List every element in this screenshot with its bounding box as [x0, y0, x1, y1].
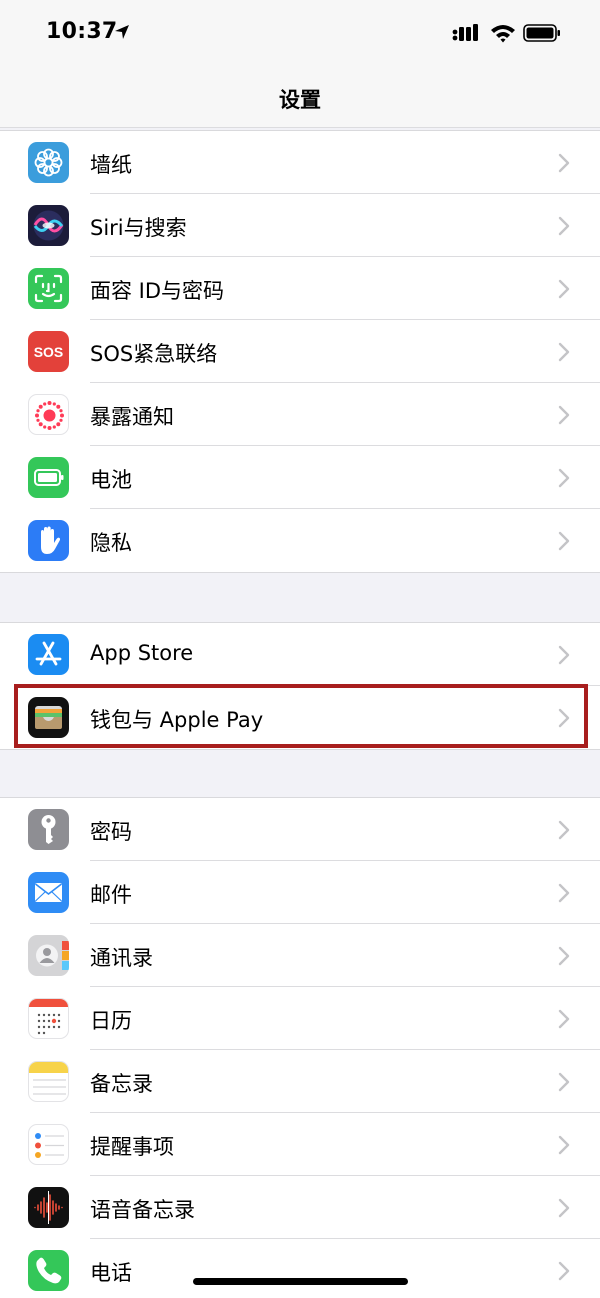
location-arrow-icon — [115, 25, 129, 39]
cellular-signal-icon — [452, 24, 478, 41]
hand-icon — [28, 520, 69, 561]
settings-item-wallet-apple-pay[interactable]: 钱包与 Apple Pay — [0, 686, 600, 749]
svg-text:SOS: SOS — [34, 344, 64, 360]
wifi-icon — [491, 25, 515, 43]
settings-item-notes[interactable]: 备忘录 — [0, 1050, 600, 1113]
notes-icon — [28, 1061, 69, 1102]
face-id-icon — [28, 268, 69, 309]
settings-item-label: 日历 — [90, 1009, 132, 1033]
chevron-right-icon — [558, 708, 570, 728]
chevron-right-icon — [558, 468, 570, 488]
battery-icon — [28, 457, 69, 498]
settings-group-apps: 密码 邮件 通讯录 日历 备忘录 提醒事项 语音备忘录 电话 — [0, 797, 600, 1298]
settings-item-label: 电池 — [90, 468, 132, 492]
chevron-right-icon — [558, 153, 570, 173]
chevron-right-icon — [558, 820, 570, 840]
chevron-right-icon — [558, 216, 570, 236]
settings-item-siri[interactable]: Siri与搜索 — [0, 194, 600, 257]
settings-item-label: 邮件 — [90, 883, 132, 907]
app-store-icon — [28, 634, 69, 675]
settings-item-label: 密码 — [90, 820, 132, 844]
chevron-right-icon — [558, 531, 570, 551]
settings-item-label: SOS紧急联络 — [90, 342, 218, 366]
settings-item-label: 面容 ID与密码 — [90, 279, 225, 303]
chevron-right-icon — [558, 1072, 570, 1092]
siri-icon — [28, 205, 69, 246]
chevron-right-icon — [558, 645, 570, 665]
voice-memos-icon — [28, 1187, 69, 1228]
settings-item-mail[interactable]: 邮件 — [0, 861, 600, 924]
key-icon — [28, 809, 69, 850]
settings-item-sos[interactable]: SOS SOS紧急联络 — [0, 320, 600, 383]
settings-item-calendar[interactable]: 日历 — [0, 987, 600, 1050]
settings-item-contacts[interactable]: 通讯录 — [0, 924, 600, 987]
calendar-icon — [28, 998, 69, 1039]
settings-item-passwords[interactable]: 密码 — [0, 798, 600, 861]
settings-item-label: 钱包与 Apple Pay — [90, 708, 264, 732]
wallet-icon — [28, 697, 69, 738]
status-bar: 10:37 — [0, 0, 600, 66]
settings-item-voice-memos[interactable]: 语音备忘录 — [0, 1176, 600, 1239]
sos-icon: SOS — [28, 331, 69, 372]
settings-item-label: 隐私 — [90, 531, 132, 555]
status-time: 10:37 — [46, 19, 118, 44]
settings-group-store: App Store 钱包与 Apple Pay — [0, 622, 600, 750]
chevron-right-icon — [558, 279, 570, 299]
exposure-notification-icon — [28, 394, 69, 435]
settings-item-label: 电话 — [90, 1261, 132, 1285]
settings-item-label: App Store — [90, 641, 194, 665]
chevron-right-icon — [558, 1135, 570, 1155]
chevron-right-icon — [558, 342, 570, 362]
chevron-right-icon — [558, 1009, 570, 1029]
home-indicator[interactable] — [193, 1278, 408, 1285]
settings-item-privacy[interactable]: 隐私 — [0, 509, 600, 572]
settings-item-label: 暴露通知 — [90, 405, 174, 429]
reminders-icon — [28, 1124, 69, 1165]
settings-item-label: 提醒事项 — [90, 1135, 174, 1159]
settings-item-label: 语音备忘录 — [90, 1198, 195, 1222]
settings-group-general: 墙纸 Siri与搜索 面容 ID与密码 SOS SOS紧急联络 暴露通知 电池 … — [0, 130, 600, 573]
chevron-right-icon — [558, 883, 570, 903]
settings-item-exposure-notification[interactable]: 暴露通知 — [0, 383, 600, 446]
settings-item-label: Siri与搜索 — [90, 216, 187, 240]
contacts-icon — [28, 935, 69, 976]
mail-icon — [28, 872, 69, 913]
battery-status-icon — [523, 24, 560, 42]
chevron-right-icon — [558, 1198, 570, 1218]
settings-item-face-id[interactable]: 面容 ID与密码 — [0, 257, 600, 320]
watermark-logo: KMW手机网 — [424, 1238, 571, 1266]
chevron-right-icon — [558, 405, 570, 425]
settings-item-label: 墙纸 — [90, 153, 132, 177]
wallpaper-icon — [28, 142, 69, 183]
page-title: 设置 — [279, 88, 321, 112]
settings-item-reminders[interactable]: 提醒事项 — [0, 1113, 600, 1176]
navigation-bar: 设置 — [0, 66, 600, 128]
settings-item-wallpaper[interactable]: 墙纸 — [0, 131, 600, 194]
settings-item-label: 通讯录 — [90, 946, 153, 970]
settings-item-battery[interactable]: 电池 — [0, 446, 600, 509]
chevron-right-icon — [558, 946, 570, 966]
settings-item-app-store[interactable]: App Store — [0, 623, 600, 686]
settings-item-label: 备忘录 — [90, 1072, 153, 1096]
phone-icon — [28, 1250, 69, 1291]
